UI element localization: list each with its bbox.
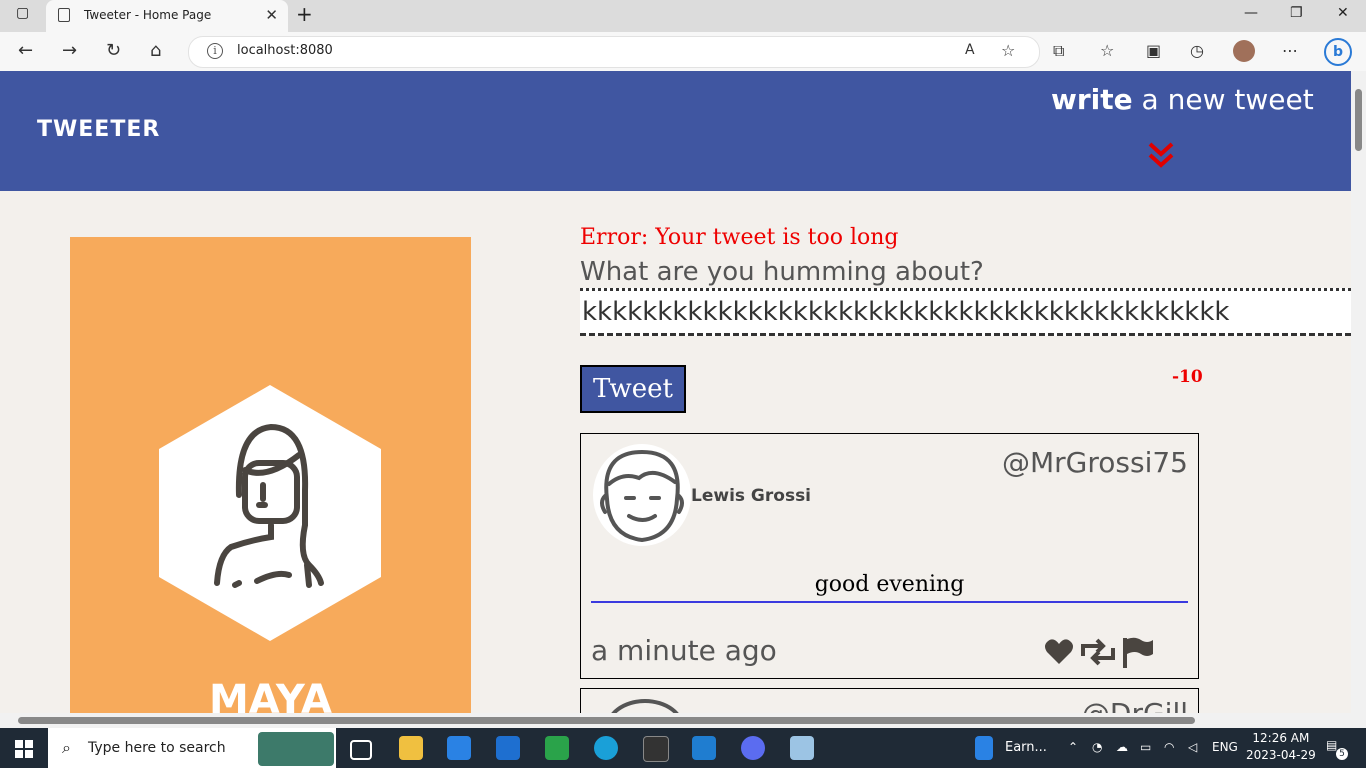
profile-name: MAYA (208, 677, 333, 713)
write-rest-text: a new tweet (1132, 83, 1314, 116)
profile-card: MAYA (70, 237, 471, 713)
error-message: Error: Your tweet is too long (580, 225, 899, 250)
tweet-author-name: Lewis Grossi (691, 486, 812, 506)
compose-prompt: What are you humming about? (580, 257, 984, 287)
browser-tab[interactable]: Tweeter - Home Page ✕ (46, 0, 288, 32)
earnings-app-label[interactable]: Earn... (1005, 740, 1047, 755)
refresh-icon[interactable]: ↻ (106, 40, 121, 61)
user-avatar-icon (593, 444, 691, 546)
clock-date: 2023-04-29 (1246, 748, 1316, 762)
browser-toolbar: ← → ↻ ⌂ i localhost:8080 A ☆ ⧉ ☆ ▣ ◷ ⋯ b (0, 32, 1366, 72)
vscode-icon[interactable] (692, 736, 716, 760)
tweet-timestamp: a minute ago (591, 634, 777, 667)
tweet-content: good evening (591, 572, 1188, 603)
restore-button[interactable]: ❐ (1290, 5, 1303, 21)
tab-title: Tweeter - Home Page (84, 8, 212, 22)
site-header: TWEETER write a new tweet (0, 71, 1351, 191)
new-tab-button[interactable]: + (296, 2, 313, 26)
read-aloud-icon[interactable]: A (965, 42, 975, 58)
profile-avatar[interactable] (1233, 40, 1255, 62)
back-icon[interactable]: ← (18, 40, 33, 61)
language-indicator[interactable]: ENG (1212, 740, 1238, 754)
cloud-icon[interactable]: ☁ (1116, 740, 1128, 754)
vertical-scroll-thumb[interactable] (1355, 89, 1362, 151)
write-new-tweet-link[interactable]: write a new tweet (1051, 83, 1314, 116)
edge-icon[interactable] (594, 736, 618, 760)
windows-taskbar: ⌕ Type here to search Earn... ⌃ ◔ ☁ ▭ ◠ … (0, 728, 1366, 768)
volume-icon[interactable]: ◁ (1188, 740, 1197, 754)
tab-actions-icon[interactable]: ▢ (16, 5, 29, 21)
task-view-icon[interactable] (350, 740, 372, 760)
search-highlight-image (258, 732, 334, 766)
extensions-icon[interactable]: ⧉ (1053, 41, 1064, 61)
url-text[interactable]: localhost:8080 (237, 43, 333, 58)
page-viewport: TWEETER write a new tweet MAYA Error: Yo… (0, 71, 1351, 713)
close-window-button[interactable]: ✕ (1337, 5, 1349, 21)
minimize-button[interactable]: — (1244, 5, 1258, 21)
heart-icon (1045, 639, 1073, 664)
notes-icon[interactable] (790, 736, 814, 760)
site-info-icon[interactable]: i (207, 43, 223, 59)
file-explorer-icon[interactable] (399, 736, 423, 760)
chat-icon[interactable] (545, 736, 569, 760)
tweet-button[interactable]: Tweet (580, 365, 686, 413)
horizontal-scroll-thumb[interactable] (18, 717, 1195, 724)
horizontal-scrollbar[interactable] (0, 713, 1366, 728)
earnings-app-icon[interactable] (975, 736, 993, 760)
address-bar[interactable]: i localhost:8080 A ☆ (188, 36, 1040, 68)
terminal-icon[interactable] (643, 736, 669, 762)
search-icon: ⌕ (62, 738, 71, 757)
wifi-icon[interactable]: ◔ (1092, 740, 1102, 754)
taskbar-search-placeholder: Type here to search (88, 740, 226, 756)
collections-icon[interactable]: ▣ (1146, 41, 1161, 60)
tweet-card: @DrGill (580, 688, 1199, 713)
user-avatar-icon (605, 699, 685, 713)
battery-icon[interactable]: ▭ (1140, 740, 1151, 754)
network-icon[interactable]: ◠ (1164, 740, 1174, 754)
store-icon[interactable] (447, 736, 471, 760)
page-icon (58, 8, 70, 22)
chevron-down-icon[interactable] (1147, 141, 1175, 173)
clock-time: 12:26 AM (1252, 731, 1310, 745)
taskbar-search[interactable]: ⌕ Type here to search (48, 728, 336, 768)
notification-count-badge: 5 (1336, 748, 1348, 760)
character-counter: -10 (1172, 367, 1203, 387)
avatar (159, 385, 381, 641)
tweet-actions (1045, 637, 1153, 668)
home-icon[interactable]: ⌂ (150, 40, 161, 61)
vertical-scrollbar[interactable] (1351, 71, 1366, 713)
tweet-author-handle: @MrGrossi75 (1002, 446, 1188, 479)
tweet-author-handle: @DrGill (1082, 697, 1188, 713)
forward-icon[interactable]: → (62, 40, 77, 61)
retweet-icon (1081, 638, 1115, 666)
bing-chat-icon[interactable]: b (1324, 38, 1352, 66)
show-hidden-icons-icon[interactable]: ⌃ (1068, 740, 1078, 754)
windows-start-icon[interactable] (15, 740, 33, 758)
mail-icon[interactable] (496, 736, 520, 760)
tweet-card: Lewis Grossi @MrGrossi75 good evening a … (580, 433, 1199, 679)
browser-tab-strip: ▢ Tweeter - Home Page ✕ + — ❐ ✕ (0, 0, 1366, 32)
tweet-textarea[interactable] (580, 288, 1351, 336)
discord-icon[interactable] (741, 736, 765, 760)
more-menu-icon[interactable]: ⋯ (1282, 41, 1298, 60)
history-icon[interactable]: ◷ (1190, 41, 1204, 60)
favorites-icon[interactable]: ☆ (1100, 41, 1114, 60)
brand-logo[interactable]: TWEETER (37, 117, 160, 142)
close-tab-icon[interactable]: ✕ (265, 6, 278, 24)
flag-icon (1123, 637, 1153, 668)
system-clock[interactable]: 12:26 AM 2023-04-29 (1246, 730, 1316, 764)
write-bold-text: write (1051, 83, 1133, 116)
notification-center-icon[interactable]: ▤ (1326, 738, 1337, 752)
add-favorite-icon[interactable]: ☆ (1001, 41, 1015, 60)
